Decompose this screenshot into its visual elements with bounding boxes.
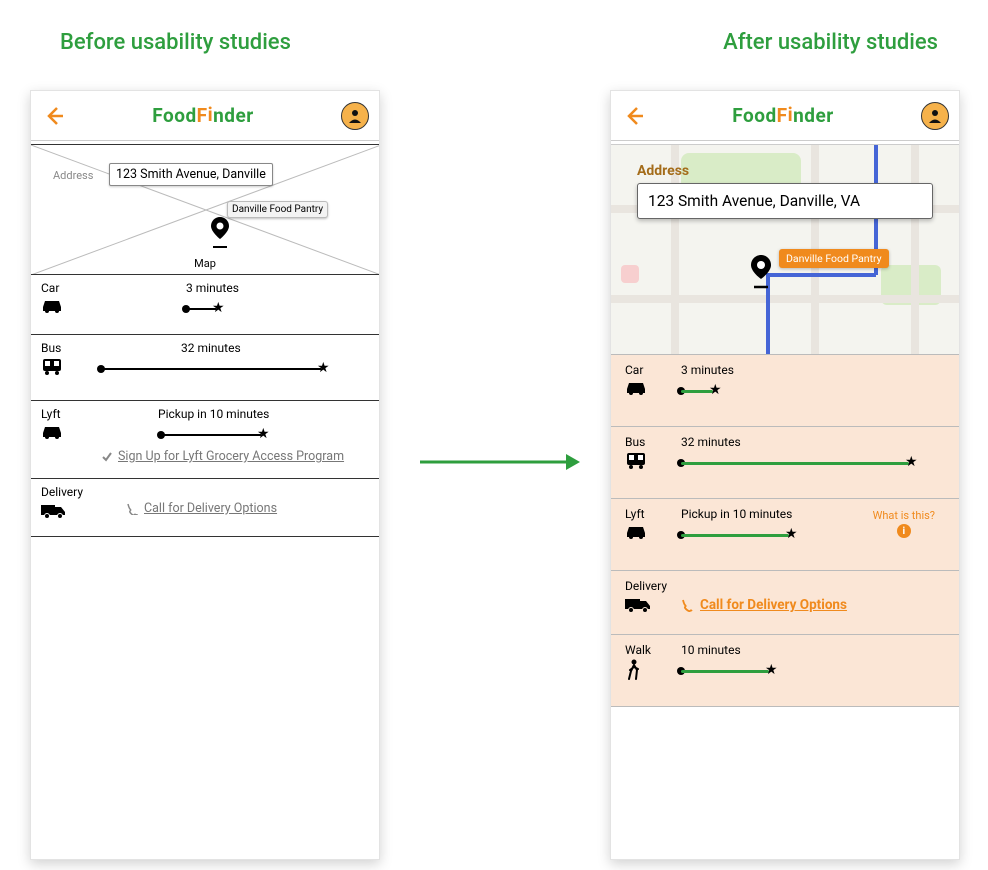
before-mockup: FoodFinder Address 123 Smith Avenue, Dan… <box>30 90 380 860</box>
transport-row-car[interactable]: Car 3 minutes ★ <box>611 355 959 427</box>
app-logo: FoodFinder <box>732 104 833 127</box>
car-icon <box>625 379 945 399</box>
avatar-icon[interactable] <box>921 102 949 130</box>
topbar: FoodFinder <box>611 91 959 141</box>
transport-row-lyft[interactable]: Lyft Pickup in 10 minutes ★ Sign Up for … <box>31 401 379 479</box>
duration-label: 3 minutes <box>681 363 734 377</box>
avatar-icon[interactable] <box>341 102 369 130</box>
walk-icon <box>625 659 945 685</box>
row-title: Car <box>625 363 945 377</box>
heading-before: Before usability studies <box>60 30 291 55</box>
row-title: Delivery <box>41 485 369 499</box>
duration-label: 3 minutes <box>186 281 239 295</box>
map-pin-icon <box>751 255 771 289</box>
topbar: FoodFinder <box>31 91 379 141</box>
call-delivery-link[interactable]: Call for Delivery Options <box>681 597 847 613</box>
app-logo: FoodFinder <box>152 104 253 127</box>
phone-icon <box>681 599 694 612</box>
transport-row-car[interactable]: Car 3 minutes ★ <box>31 275 379 335</box>
duration-label: 10 minutes <box>681 643 741 657</box>
heading-after: After usability studies <box>723 30 938 55</box>
address-input[interactable]: 123 Smith Avenue, Danville, VA <box>637 183 933 219</box>
lyft-signup-link[interactable]: Sign Up for Lyft Grocery Access Program <box>101 449 344 464</box>
row-title: Bus <box>625 435 945 449</box>
address-label: Address <box>637 163 933 179</box>
transport-row-delivery[interactable]: Delivery Call for Delivery Options <box>31 479 379 537</box>
map-label: Map <box>194 257 216 270</box>
after-mockup: FoodFinder Address 123 Smith Avenue, Dan… <box>610 90 960 860</box>
map-view[interactable]: Address 123 Smith Avenue, Danville, VA D… <box>611 145 959 355</box>
transport-row-walk[interactable]: Walk 10 minutes ★ <box>611 635 959 707</box>
duration-label: 32 minutes <box>181 341 241 355</box>
back-icon[interactable] <box>621 104 645 128</box>
duration-label: 32 minutes <box>681 435 741 449</box>
duration-label: Pickup in 10 minutes <box>681 507 792 521</box>
transport-row-lyft[interactable]: Lyft Pickup in 10 minutes ★ What is this… <box>611 499 959 571</box>
duration-label: Pickup in 10 minutes <box>158 407 269 421</box>
row-title: Walk <box>625 643 945 657</box>
transport-row-bus[interactable]: Bus 32 minutes ★ <box>31 335 379 401</box>
before-map-placeholder: Address 123 Smith Avenue, Danville Danvi… <box>31 145 379 275</box>
what-is-this-button[interactable]: What is this? i <box>873 509 935 538</box>
transport-row-bus[interactable]: Bus 32 minutes ★ <box>611 427 959 499</box>
address-label: Address <box>53 169 93 182</box>
info-icon: i <box>897 524 911 538</box>
map-pin-label: Danville Food Pantry <box>227 201 328 218</box>
map-pin-label: Danville Food Pantry <box>779 249 889 268</box>
map-pin-icon <box>211 217 229 249</box>
call-delivery-link[interactable]: Call for Delivery Options <box>126 501 277 516</box>
row-title: Delivery <box>625 579 945 593</box>
check-icon <box>101 451 113 463</box>
address-input[interactable]: 123 Smith Avenue, Danville <box>109 163 273 186</box>
back-icon[interactable] <box>41 104 65 128</box>
phone-icon <box>126 503 138 515</box>
transport-row-delivery[interactable]: Delivery Call for Delivery Options <box>611 571 959 635</box>
transition-arrow-icon <box>420 450 580 478</box>
